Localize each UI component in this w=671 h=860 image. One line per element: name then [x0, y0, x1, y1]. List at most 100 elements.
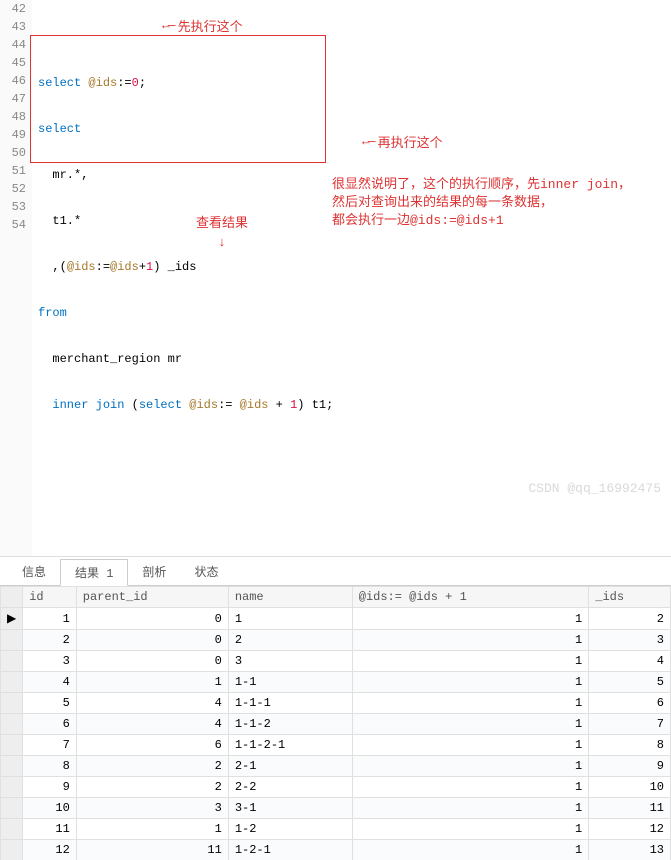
row-handle[interactable] — [1, 798, 23, 819]
cell-name[interactable]: 1-1 — [228, 672, 352, 693]
cell-id[interactable]: 9 — [23, 777, 77, 798]
row-handle[interactable] — [1, 693, 23, 714]
cell-expr[interactable]: 1 — [352, 798, 589, 819]
cell-parent-id[interactable]: 4 — [76, 693, 228, 714]
cell-ids[interactable]: 4 — [589, 651, 671, 672]
cell-name[interactable]: 1-1-2-1 — [228, 735, 352, 756]
code-editor[interactable]: 424344 454647 484950 515253 54 select @i… — [0, 0, 671, 557]
tab-status[interactable]: 状态 — [180, 559, 232, 585]
cell-ids[interactable]: 12 — [589, 819, 671, 840]
cell-id[interactable]: 6 — [23, 714, 77, 735]
cell-name[interactable]: 1-1-2 — [228, 714, 352, 735]
table-row[interactable]: 8 2 2-1 1 9 — [1, 756, 671, 777]
cell-ids[interactable]: 6 — [589, 693, 671, 714]
arrow-down-icon: ↓ — [218, 235, 226, 250]
row-handle[interactable] — [1, 714, 23, 735]
table-row[interactable]: 6 4 1-1-2 1 7 — [1, 714, 671, 735]
cell-id[interactable]: 4 — [23, 672, 77, 693]
cell-ids[interactable]: 13 — [589, 840, 671, 860]
cell-ids[interactable]: 7 — [589, 714, 671, 735]
cell-parent-id[interactable]: 6 — [76, 735, 228, 756]
cell-expr[interactable]: 1 — [352, 819, 589, 840]
col-ids[interactable]: _ids — [589, 587, 671, 608]
cell-ids[interactable]: 2 — [589, 608, 671, 630]
cell-name[interactable]: 3-1 — [228, 798, 352, 819]
table-row[interactable]: 5 4 1-1-1 1 6 — [1, 693, 671, 714]
col-parent-id[interactable]: parent_id — [76, 587, 228, 608]
tab-info[interactable]: 信息 — [8, 559, 60, 585]
tab-result-1[interactable]: 结果 1 — [60, 559, 128, 586]
cell-parent-id[interactable]: 2 — [76, 777, 228, 798]
cell-ids[interactable]: 10 — [589, 777, 671, 798]
cell-parent-id[interactable]: 1 — [76, 819, 228, 840]
cell-expr[interactable]: 1 — [352, 672, 589, 693]
cell-name[interactable]: 1-2 — [228, 819, 352, 840]
highlight-box — [30, 35, 326, 163]
table-row[interactable]: 12 11 1-2-1 1 13 — [1, 840, 671, 860]
cell-expr[interactable]: 1 — [352, 777, 589, 798]
cell-name[interactable]: 1-2-1 — [228, 840, 352, 860]
row-handle[interactable] — [1, 840, 23, 860]
cell-expr[interactable]: 1 — [352, 651, 589, 672]
cell-ids[interactable]: 9 — [589, 756, 671, 777]
cell-name[interactable]: 1 — [228, 608, 352, 630]
row-handle[interactable] — [1, 756, 23, 777]
cell-name[interactable]: 2 — [228, 630, 352, 651]
table-row[interactable]: 4 1 1-1 1 5 — [1, 672, 671, 693]
cell-id[interactable]: 7 — [23, 735, 77, 756]
row-handle[interactable]: ▶ — [1, 608, 23, 630]
table-row[interactable]: 9 2 2-2 1 10 — [1, 777, 671, 798]
cell-expr[interactable]: 1 — [352, 630, 589, 651]
cell-name[interactable]: 2-1 — [228, 756, 352, 777]
cell-id[interactable]: 3 — [23, 651, 77, 672]
result-grid[interactable]: id parent_id name @ids:= @ids + 1 _ids ▶… — [0, 586, 671, 860]
cell-name[interactable]: 1-1-1 — [228, 693, 352, 714]
cell-id[interactable]: 12 — [23, 840, 77, 860]
cell-id[interactable]: 1 — [23, 608, 77, 630]
cell-parent-id[interactable]: 2 — [76, 756, 228, 777]
cell-parent-id[interactable]: 11 — [76, 840, 228, 860]
cell-parent-id[interactable]: 4 — [76, 714, 228, 735]
cell-id[interactable]: 2 — [23, 630, 77, 651]
cell-expr[interactable]: 1 — [352, 693, 589, 714]
cell-ids[interactable]: 8 — [589, 735, 671, 756]
cell-name[interactable]: 3 — [228, 651, 352, 672]
col-expr[interactable]: @ids:= @ids + 1 — [352, 587, 589, 608]
cell-expr[interactable]: 1 — [352, 735, 589, 756]
row-handle[interactable] — [1, 651, 23, 672]
row-handle[interactable] — [1, 630, 23, 651]
table-row[interactable]: 10 3 3-1 1 11 — [1, 798, 671, 819]
row-handle[interactable] — [1, 777, 23, 798]
table-row[interactable]: 7 6 1-1-2-1 1 8 — [1, 735, 671, 756]
cell-ids[interactable]: 5 — [589, 672, 671, 693]
col-name[interactable]: name — [228, 587, 352, 608]
col-id[interactable]: id — [23, 587, 77, 608]
row-handle[interactable] — [1, 735, 23, 756]
table-row[interactable]: ▶ 1 0 1 1 2 — [1, 608, 671, 630]
annot-view-result: 查看结果 ↓ — [196, 212, 248, 250]
cell-id[interactable]: 11 — [23, 819, 77, 840]
arrow-left-icon — [162, 18, 174, 33]
cell-id[interactable]: 8 — [23, 756, 77, 777]
table-row[interactable]: 11 1 1-2 1 12 — [1, 819, 671, 840]
cell-ids[interactable]: 3 — [589, 630, 671, 651]
cell-expr[interactable]: 1 — [352, 840, 589, 860]
cell-expr[interactable]: 1 — [352, 756, 589, 777]
cell-id[interactable]: 10 — [23, 798, 77, 819]
cell-parent-id[interactable]: 0 — [76, 608, 228, 630]
cell-expr[interactable]: 1 — [352, 608, 589, 630]
code-body[interactable]: select @ids:=0; select mr.*, t1.* ,(@ids… — [32, 0, 671, 556]
cell-id[interactable]: 5 — [23, 693, 77, 714]
row-handle[interactable] — [1, 819, 23, 840]
cell-parent-id[interactable]: 0 — [76, 630, 228, 651]
cell-name[interactable]: 2-2 — [228, 777, 352, 798]
tab-analyze[interactable]: 剖析 — [128, 559, 180, 585]
cell-parent-id[interactable]: 0 — [76, 651, 228, 672]
cell-parent-id[interactable]: 1 — [76, 672, 228, 693]
cell-expr[interactable]: 1 — [352, 714, 589, 735]
cell-parent-id[interactable]: 3 — [76, 798, 228, 819]
row-handle[interactable] — [1, 672, 23, 693]
table-row[interactable]: 2 0 2 1 3 — [1, 630, 671, 651]
table-row[interactable]: 3 0 3 1 4 — [1, 651, 671, 672]
cell-ids[interactable]: 11 — [589, 798, 671, 819]
